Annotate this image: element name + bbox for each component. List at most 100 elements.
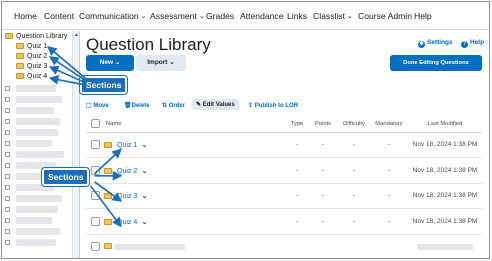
- expand-icon[interactable]: [5, 108, 10, 113]
- expand-icon[interactable]: [5, 174, 10, 179]
- expand-icon[interactable]: [5, 130, 10, 135]
- top-nav: Home Content Communication ⌄ Assessment ⌄ …: [2, 2, 489, 30]
- questions-table: Name Type Points Difficulty Mandatory La…: [86, 116, 482, 258]
- quiz-link[interactable]: Quiz 1: [117, 142, 137, 149]
- col-mandatory[interactable]: Mandatory: [370, 116, 408, 133]
- folder-icon: [16, 43, 24, 49]
- delete-button[interactable]: 🗑Delete: [124, 102, 150, 109]
- order-icon: ⇅: [162, 103, 169, 109]
- mandatory-cell: -: [370, 208, 408, 235]
- move-button[interactable]: ⬚ Move: [86, 102, 109, 109]
- nav-assessment[interactable]: Assessment ⌄: [150, 11, 205, 21]
- order-label: Order: [168, 103, 186, 109]
- publish-label: Publish to LOR: [254, 103, 299, 109]
- difficulty-cell: -: [338, 208, 370, 235]
- folder-icon: [16, 53, 24, 59]
- expand-icon[interactable]: [5, 152, 10, 157]
- done-editing-button[interactable]: Done Editing Questions: [390, 55, 482, 71]
- type-cell: -: [286, 132, 308, 158]
- folder-icon: [104, 243, 112, 250]
- chevron-down-icon[interactable]: ⌄: [141, 217, 148, 226]
- nav-grades[interactable]: Grades: [206, 11, 234, 21]
- table-row: Quiz 2 ⌄ - - - - Nov 18, 2024 1:38 PM: [86, 157, 482, 184]
- quiz-link[interactable]: Quiz 2: [117, 168, 137, 175]
- nav-home[interactable]: Home: [14, 11, 37, 21]
- modified-cell: Nov 18, 2024 1:38 PM: [408, 157, 482, 184]
- expand-icon[interactable]: [5, 196, 10, 201]
- row-checkbox[interactable]: [90, 140, 100, 150]
- tree-item-quiz-1[interactable]: Quiz 1: [16, 43, 47, 50]
- order-button[interactable]: ⇅ Order: [162, 102, 185, 109]
- mandatory-cell: -: [370, 183, 408, 209]
- nav-content[interactable]: Content: [44, 11, 74, 21]
- help-link[interactable]: ? Help: [461, 39, 484, 48]
- expand-icon[interactable]: [5, 97, 10, 102]
- tree-root[interactable]: Question Library: [5, 33, 67, 40]
- page-title: Question Library: [86, 35, 211, 54]
- sections-callout-bottom: Sections: [42, 168, 90, 186]
- tree-item-label: Quiz 3: [27, 63, 48, 70]
- publish-lor-button[interactable]: ⇪ Publish to LOR: [248, 102, 298, 109]
- new-button-label: New: [99, 59, 114, 66]
- chevron-down-icon: ⌄: [169, 59, 175, 66]
- col-difficulty[interactable]: Difficulty: [338, 116, 370, 133]
- folder-icon: [5, 33, 13, 39]
- chevron-down-icon[interactable]: ⌄: [141, 166, 148, 175]
- col-points[interactable]: Points: [308, 116, 338, 133]
- row-checkbox[interactable]: [90, 165, 100, 175]
- row-checkbox[interactable]: [90, 191, 100, 201]
- col-last-modified[interactable]: Last Modified: [408, 116, 482, 133]
- scroll-up-icon[interactable]: ▲: [74, 32, 79, 38]
- redacted-tree-item: [16, 107, 54, 114]
- type-cell: -: [286, 208, 308, 235]
- chevron-down-icon[interactable]: ⌄: [141, 191, 148, 200]
- points-cell: -: [308, 157, 338, 184]
- quiz-link[interactable]: Quiz 4: [117, 219, 137, 226]
- settings-link[interactable]: ✱ Settings: [418, 39, 453, 48]
- tree-scrollbar[interactable]: ▲: [72, 31, 79, 258]
- redacted-tree-item: [16, 228, 60, 235]
- tree-item-quiz-2[interactable]: Quiz 2: [16, 53, 47, 60]
- chevron-down-icon[interactable]: ⌄: [141, 140, 148, 149]
- points-cell: [308, 234, 338, 258]
- trash-icon: 🗑: [124, 103, 132, 109]
- col-name[interactable]: Name: [104, 116, 286, 133]
- col-type[interactable]: Type: [286, 116, 308, 133]
- tree-item-quiz-3[interactable]: Quiz 3: [16, 63, 47, 70]
- edit-values-button[interactable]: ✎ Edit Values: [192, 99, 239, 110]
- redacted-tree-item: [16, 96, 62, 103]
- import-button-label: Import: [147, 59, 168, 66]
- expand-icon[interactable]: [5, 163, 10, 168]
- select-all-checkbox[interactable]: [90, 119, 100, 129]
- pencil-icon: ✎: [196, 102, 203, 108]
- folder-icon: [16, 63, 24, 69]
- expand-icon[interactable]: [5, 141, 10, 146]
- app-window: Home Content Communication ⌄ Assessment ⌄ …: [1, 1, 490, 259]
- redacted-tree-item: [16, 239, 56, 246]
- new-button[interactable]: New ⌄: [86, 55, 134, 71]
- expand-icon[interactable]: [5, 119, 10, 124]
- expand-icon[interactable]: [5, 207, 10, 212]
- nav-help[interactable]: Help: [414, 11, 432, 21]
- expand-icon[interactable]: [5, 240, 10, 245]
- nav-course-admin[interactable]: Course Admin: [358, 11, 412, 21]
- redacted-tree-item: [16, 118, 60, 125]
- nav-links[interactable]: Links: [287, 11, 307, 21]
- row-checkbox[interactable]: [90, 242, 100, 252]
- expand-icon[interactable]: [5, 218, 10, 223]
- import-button[interactable]: Import ⌄: [136, 55, 186, 71]
- nav-classlist[interactable]: Classlist ⌄: [313, 11, 353, 21]
- row-checkbox[interactable]: [90, 216, 100, 226]
- row-select-cell: [86, 132, 104, 158]
- tree-item-quiz-4[interactable]: Quiz 4: [16, 73, 47, 80]
- quiz-link[interactable]: Quiz 3: [117, 193, 137, 200]
- row-name-cell: Quiz 2 ⌄: [104, 157, 286, 184]
- expand-icon[interactable]: [5, 185, 10, 190]
- redacted-tree-item: [16, 151, 64, 158]
- expand-icon[interactable]: [5, 86, 10, 91]
- chevron-down-icon: ⌄: [114, 59, 121, 66]
- nav-attendance[interactable]: Attendance: [240, 11, 283, 21]
- nav-communication[interactable]: Communication ⌄: [79, 11, 147, 21]
- gear-icon: ✱: [418, 41, 425, 48]
- expand-icon[interactable]: [5, 229, 10, 234]
